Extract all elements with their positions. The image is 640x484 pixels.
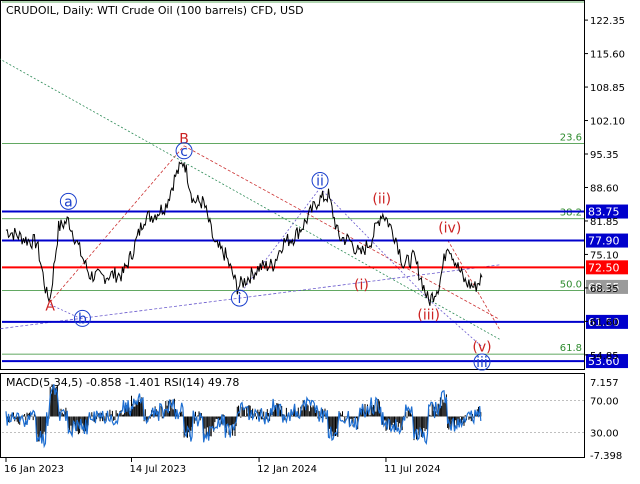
ind-tick-2: 30.00 [590,429,619,440]
wave-label-11: (v) [472,340,491,356]
price-axis: 122.35 115.60 108.85 102.10 95.35 88.60 81.85 7… [584,16,625,362]
wave-label-3: b [78,311,87,327]
y-tick-1: 115.60 [590,50,625,61]
main-panel [0,0,585,370]
wave-label-4: c [180,144,188,160]
fib-label-50-0: 50.0 [560,280,582,291]
x-tick-1: 14 Jul 2023 [129,464,186,475]
wave-label-7: (i) [354,278,369,294]
y-tick-2: 108.85 [590,83,625,94]
fib-label-38-2: 38.2 [560,208,582,219]
fib-label-0-0: 0.0 [566,0,582,2]
fib-label-61-8: 61.8 [560,343,582,354]
wave-label-2: a [64,194,73,210]
x-tick-2: 12 Jan 2024 [257,464,317,475]
y-tick-0: 122.35 [590,16,625,27]
wave-label-12: iii [476,355,488,371]
x-tick-0: 16 Jan 2023 [4,464,64,475]
y-tick-3: 102.10 [590,117,625,128]
ind-tick-3: -7.398 [590,451,622,462]
y-tick-6: 81.85 [590,217,619,228]
chart-title: CRUDOIL, Daily: WTI Crude Oil (100 barre… [6,4,304,17]
chart-frame: 0.023.638.250.061.8 83.7577.9072.5068.55… [0,0,640,480]
y-tick-5: 88.60 [590,183,619,194]
ind-tick-1: 70.00 [590,396,619,407]
indicator-label: MACD(5,34,5) -0.858 -1.401 RSI(14) 49.78 [6,376,239,389]
wave-label-5: i [237,291,241,307]
y-tick-10: 54.85 [590,351,619,362]
x-tick-3: 11 Jul 2024 [384,464,441,475]
y-tick-7: 75.10 [590,250,619,261]
chart-svg: 0.023.638.250.061.8 83.7577.9072.5068.55… [0,0,628,475]
y-tick-9: 61.60 [590,317,619,328]
wave-label-6: ii [316,174,324,190]
wave-label-0: A [45,299,55,315]
level-label-77-90: 77.90 [588,235,620,248]
wave-label-10: (iv) [438,221,461,237]
ind-tick-0: 7.157 [590,378,619,389]
y-tick-4: 95.35 [590,150,619,161]
y-tick-8: 68.35 [590,284,619,295]
wave-label-9: (iii) [417,307,440,323]
wave-label-8: (ii) [372,191,391,207]
time-axis: 16 Jan 2023 14 Jul 2023 12 Jan 2024 11 Jul … [4,458,441,475]
level-label-72-50: 72.50 [588,261,620,274]
fib-label-23-6: 23.6 [560,132,582,143]
